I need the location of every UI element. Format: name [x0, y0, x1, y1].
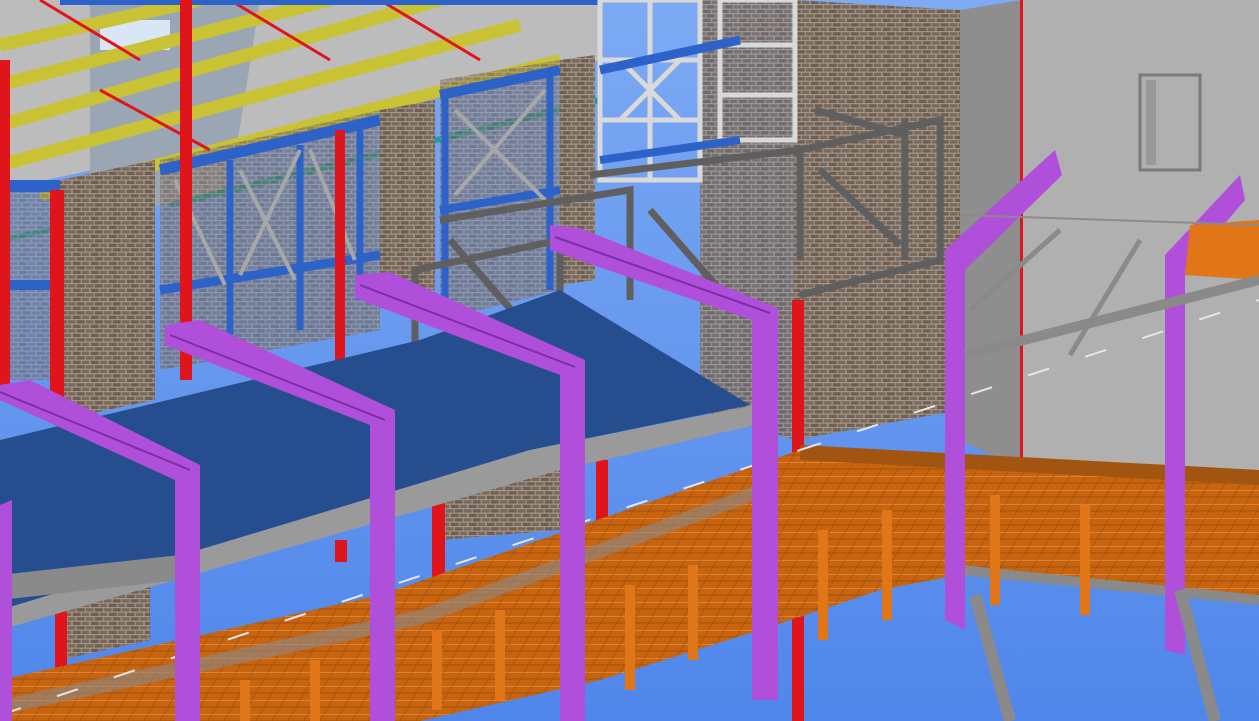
- structural-model-canvas[interactable]: [0, 0, 1259, 721]
- model-viewport[interactable]: [0, 0, 1259, 721]
- brick-wall-central: [700, 0, 960, 440]
- orange-roof-panel: [1185, 220, 1259, 280]
